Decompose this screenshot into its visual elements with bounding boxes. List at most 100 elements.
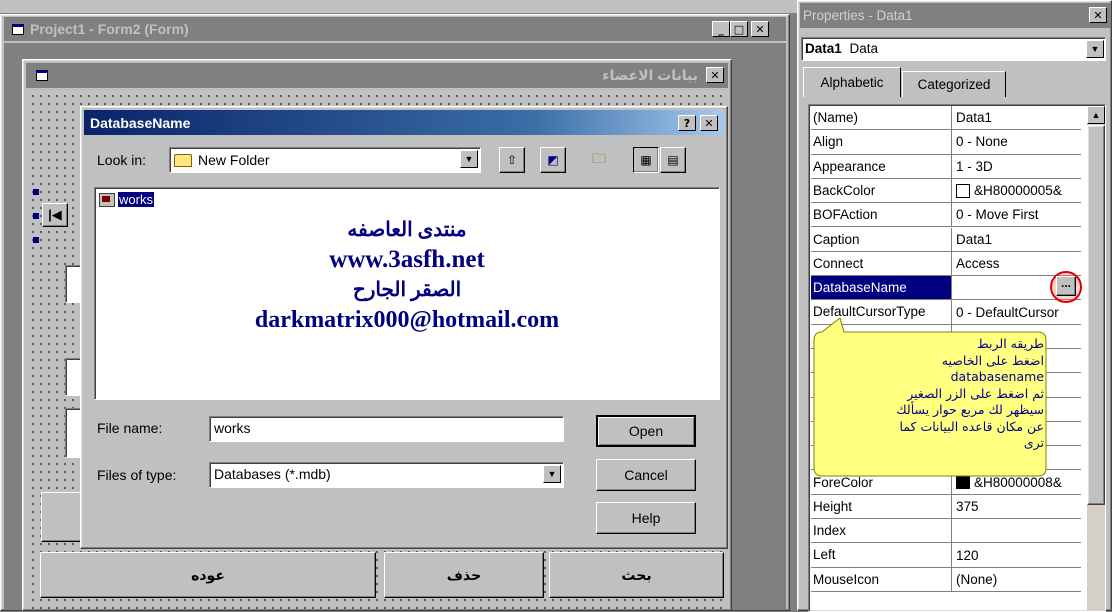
chevron-down-icon[interactable]: ▼ [543,465,561,483]
property-scrollbar[interactable]: ▲ [1087,106,1105,611]
dialog-close-icon[interactable]: ✕ [700,115,718,131]
delete-button[interactable]: حذف [384,552,544,598]
property-value-text: Data1 [956,110,993,126]
form-icon [12,23,24,35]
property-name: BOFAction [811,203,952,227]
details-view-icon[interactable]: ▤ [660,147,686,173]
property-name: Appearance [811,154,952,178]
object-name: Data1 [805,41,842,56]
watermark-line: www.3asfh.net [329,246,485,273]
tooltip-line: طريقه الربط [977,336,1044,351]
cancel-button-label: Cancel [624,467,668,483]
chevron-down-icon[interactable]: ▼ [460,150,478,168]
ellipsis-button[interactable]: ... [1056,276,1076,296]
cancel-button[interactable]: Cancel [596,459,696,491]
folder-icon [174,153,192,167]
back-button[interactable]: عوده [40,552,376,598]
tab-alphabetic[interactable]: Alphabetic [803,67,901,97]
tooltip-line: اضغط على الخاصيه [941,352,1044,368]
property-value-text: Access [956,255,1000,271]
list-view-icon[interactable]: ▦ [633,147,659,173]
property-name: MouseIcon [811,567,952,591]
watermark-line: الصقر الجارح [352,279,462,301]
property-row[interactable]: Caption Data1 [811,227,1081,252]
property-value[interactable]: 0 - None [952,130,1081,153]
property-value[interactable]: (None) [952,568,1081,591]
dialog-help-icon[interactable]: ? [678,115,696,131]
look-in-select[interactable]: New Folder ▼ [169,147,481,173]
database-name-dialog: DatabaseName ? ✕ Look in: New Folder ▼ ⇧… [80,106,728,549]
properties-window: Properties - Data1 ✕ Data1 Data ▼ Alphab… [797,0,1112,612]
up-one-level-icon[interactable]: ⇧ [499,147,525,173]
tab-categorized[interactable]: Categorized [902,71,1006,97]
property-name: Align [811,130,952,154]
watermark-line: darkmatrix000@hotmail.com [254,307,560,333]
form-close-button[interactable]: ✕ [706,67,724,83]
property-value[interactable]: 375 [952,495,1081,518]
desktop-icon[interactable]: ◩ [540,147,566,173]
minimize-button[interactable]: _ [712,21,730,37]
open-button-label: Open [628,423,664,439]
search-button[interactable]: بحث [549,552,724,598]
scroll-up-icon[interactable]: ▲ [1087,106,1105,124]
property-row[interactable]: Connect Access [811,251,1081,277]
tooltip-line: databasename [950,369,1044,384]
property-value[interactable]: 1 - 3D [952,155,1081,178]
property-value-text: Data1 [956,231,993,247]
object-selector[interactable]: Data1 Data ▼ [801,37,1106,61]
property-name: BackColor [811,178,952,203]
properties-titlebar[interactable]: Properties - Data1 [800,3,1111,28]
project-window-titlebar[interactable]: Project1 - Form2 (Form) [4,17,786,41]
properties-close-icon[interactable]: ✕ [1089,7,1107,23]
chevron-down-icon[interactable]: ▼ [1086,40,1104,58]
form-title: بيانات الاعضاء [602,67,698,83]
property-row[interactable]: Index [811,519,1081,544]
files-of-type-select[interactable]: Databases (*.mdb) ▼ [209,462,564,488]
property-row[interactable]: MouseIcon (None) [811,567,1081,592]
property-value-text: (None) [956,571,998,587]
property-value[interactable]: Data1 [952,228,1081,251]
property-row[interactable]: (Name) Data1 [811,106,1081,131]
property-row[interactable]: Left 120 [811,543,1081,568]
tab-alphabetic-label: Alphabetic [820,75,884,90]
file-name-input[interactable]: works [209,416,564,442]
dialog-title: DatabaseName [90,114,191,131]
ellipsis-label: ... [1060,276,1071,290]
property-row[interactable]: BackColor &H80000005& [811,178,1081,204]
property-row[interactable]: DatabaseName [811,276,1081,301]
instruction-tooltip: طريقه الربط اضغط على الخاصيه databasename ث… [810,318,1048,478]
help-button[interactable]: Help [596,502,696,534]
project-window-title: Project1 - Form2 (Form) [30,21,189,37]
selection-handle[interactable] [33,213,39,219]
tooltip-text: طريقه الربط اضغط على الخاصيه databasename ث… [824,336,1044,452]
close-button[interactable]: ✕ [751,21,769,37]
property-value[interactable]: 0 - Move First [952,203,1081,226]
move-first-button[interactable]: |◀ [42,203,68,227]
property-value[interactable]: 120 [952,543,1081,566]
form-titlebar[interactable]: بيانات الاعضاء ✕ [26,63,728,88]
property-value[interactable]: Data1 [952,106,1081,129]
property-value-text: &H80000005& [974,183,1062,199]
property-value-text: 0 - None [956,134,1008,150]
property-value[interactable] [952,519,1081,542]
files-of-type-label: Files of type: [97,467,177,483]
property-row[interactable]: Align 0 - None [811,130,1081,155]
property-value-text: 0 - Move First [956,207,1039,223]
property-value-text: 1 - 3D [956,158,993,174]
dialog-titlebar[interactable]: DatabaseName [84,110,724,135]
maximize-button[interactable]: □ [730,21,748,37]
open-button[interactable]: Open [596,415,696,447]
property-row[interactable]: BOFAction 0 - Move First [811,203,1081,228]
property-value[interactable]: &H80000005& [952,179,1081,202]
file-list[interactable]: works منتدى العاصفه www.3asfh.net الصقر … [94,187,720,400]
new-folder-icon[interactable]: 🗀 [586,147,612,173]
scroll-thumb[interactable] [1087,125,1105,505]
file-item[interactable]: works [99,191,155,208]
selection-handle[interactable] [33,237,39,243]
property-row[interactable]: Appearance 1 - 3D [811,154,1081,179]
help-button-label: Help [631,510,661,526]
property-row[interactable]: Height 375 [811,494,1081,520]
property-name: Height [811,494,952,519]
selection-handle[interactable] [33,189,39,195]
tooltip-line: عن مكان قاعده البيانات كما [899,418,1044,434]
